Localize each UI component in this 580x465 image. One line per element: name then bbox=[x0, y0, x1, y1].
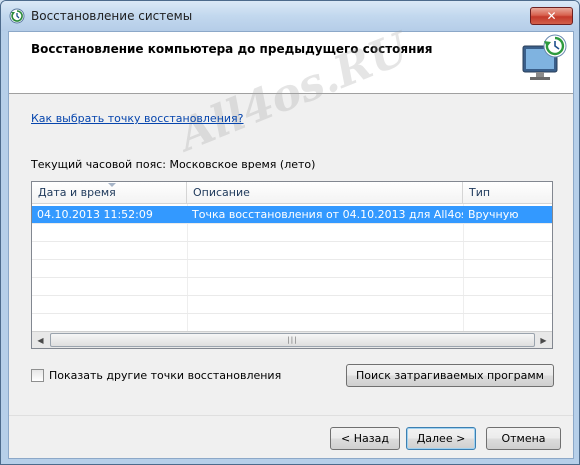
table-row[interactable]: 04.10.2013 11:52:09 Точка восстановления… bbox=[32, 206, 552, 224]
system-restore-window: Восстановление системы ✕ Восстановление … bbox=[0, 0, 580, 465]
sort-arrow-icon bbox=[108, 183, 116, 187]
scan-affected-programs-button[interactable]: Поиск затрагиваемых программ bbox=[346, 364, 554, 387]
empty-row bbox=[32, 260, 552, 278]
column-header-type[interactable]: Тип bbox=[463, 182, 552, 204]
empty-row bbox=[32, 242, 552, 260]
wizard-client-area: Восстановление компьютера до предыдущего… bbox=[8, 23, 574, 459]
column-header-date[interactable]: Дата и время bbox=[32, 182, 187, 204]
system-restore-monitor-icon bbox=[522, 34, 567, 80]
system-restore-icon bbox=[9, 8, 25, 24]
back-button[interactable]: < Назад bbox=[330, 427, 400, 450]
empty-row bbox=[32, 314, 552, 332]
wizard-header: Восстановление компьютера до предыдущего… bbox=[9, 32, 573, 94]
window-title: Восстановление системы bbox=[31, 9, 193, 23]
title-bar[interactable]: Восстановление системы ✕ bbox=[1, 1, 579, 31]
scroll-left-icon[interactable]: ◀ bbox=[32, 332, 49, 348]
page-title: Восстановление компьютера до предыдущего… bbox=[31, 42, 433, 56]
restore-points-list[interactable]: Дата и время Описание Тип 04.10.2013 11:… bbox=[31, 181, 553, 349]
empty-row bbox=[32, 278, 552, 296]
timezone-label: Текущий часовой пояс: Московское время (… bbox=[31, 158, 316, 171]
show-more-points-label[interactable]: Показать другие точки восстановления bbox=[49, 369, 281, 382]
help-link[interactable]: Как выбрать точку восстановления? bbox=[31, 112, 244, 125]
column-header-description[interactable]: Описание bbox=[187, 182, 463, 204]
horizontal-scrollbar[interactable]: ◀ ||| ▶ bbox=[32, 331, 552, 348]
scroll-right-icon[interactable]: ▶ bbox=[535, 332, 552, 348]
cell-type: Вручную bbox=[468, 208, 519, 221]
close-button[interactable]: ✕ bbox=[530, 7, 573, 25]
scroll-thumb[interactable]: ||| bbox=[50, 333, 535, 347]
cell-description: Точка восстановления от 04.10.2013 для A… bbox=[192, 208, 463, 221]
show-more-points-checkbox[interactable] bbox=[31, 369, 44, 382]
cell-date: 04.10.2013 11:52:09 bbox=[37, 208, 153, 221]
footer-divider bbox=[9, 415, 573, 416]
cancel-button[interactable]: Отмена bbox=[486, 427, 561, 450]
close-icon: ✕ bbox=[546, 9, 557, 23]
empty-row bbox=[32, 296, 552, 314]
empty-row bbox=[32, 224, 552, 242]
next-button[interactable]: Далее > bbox=[406, 427, 476, 450]
